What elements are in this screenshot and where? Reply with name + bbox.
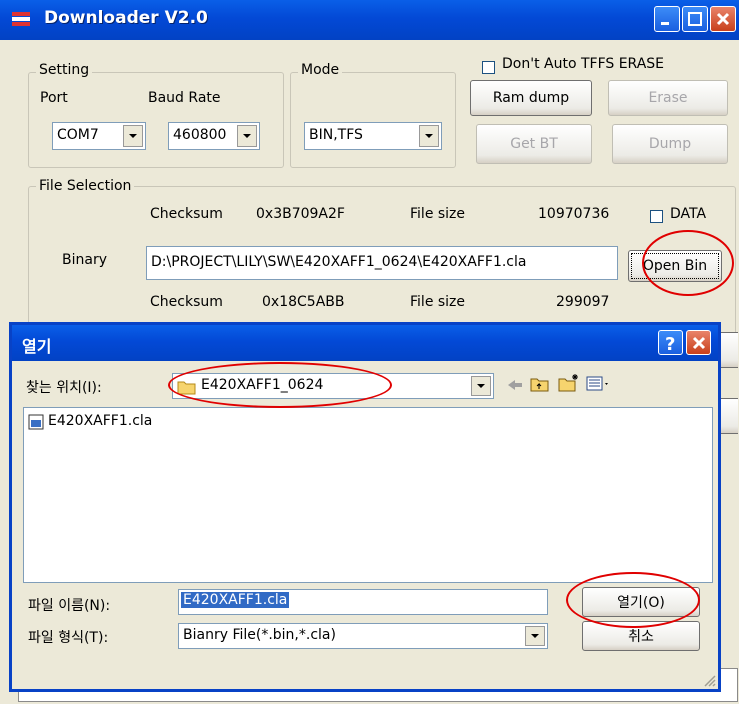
chevron-down-icon[interactable] (123, 125, 143, 147)
dont-auto-tffs-erase-label: Don't Auto TFFS ERASE (502, 56, 665, 72)
file-size-value: 10970736 (538, 206, 610, 222)
hidden-button-1[interactable] (718, 332, 738, 368)
checksum-value: 0x3B709A2F (256, 206, 345, 222)
look-in-select[interactable]: E420XAFF1_0624 (172, 373, 494, 399)
back-arrow-icon[interactable] (506, 377, 524, 393)
close-icon (716, 12, 730, 26)
dump-button[interactable]: Dump (612, 124, 728, 164)
open-bin-button[interactable]: Open Bin (628, 250, 722, 282)
file-size2-value: 299097 (556, 294, 610, 310)
filetype-label: 파일 형식(T): (28, 630, 109, 646)
dialog-title-bar[interactable]: 열기 ? (12, 325, 718, 361)
ram-dump-button[interactable]: Ram dump (470, 80, 592, 116)
maximize-button[interactable] (682, 6, 708, 32)
hidden-button-2[interactable] (718, 398, 738, 434)
help-button[interactable]: ? (658, 330, 683, 355)
mode-group-label: Mode (298, 62, 343, 78)
binary-path-value: D:\PROJECT\LILY\SW\E420XAFF1_0624\E420XA… (151, 254, 527, 270)
baud-rate-label: Baud Rate (148, 90, 221, 106)
close-icon (692, 336, 706, 350)
checksum2-label: Checksum (150, 294, 223, 310)
checksum-label: Checksum (150, 206, 223, 222)
up-folder-icon[interactable] (530, 375, 550, 393)
cancel-button[interactable]: 취소 (582, 621, 700, 651)
filetype-select[interactable]: Bianry File(*.bin,*.cla) (178, 623, 548, 649)
view-menu-icon[interactable] (586, 375, 612, 393)
svg-text:?: ? (665, 334, 675, 355)
resize-grip-icon[interactable] (702, 673, 716, 687)
binary-label: Binary (62, 252, 107, 268)
file-name: E420XAFF1.cla (48, 413, 153, 429)
data-checkbox-label: DATA (670, 206, 707, 222)
file-size-label: File size (410, 206, 466, 222)
get-bt-button[interactable]: Get BT (476, 124, 592, 164)
dialog-title: 열기 (22, 337, 52, 356)
port-label: Port (40, 90, 68, 106)
chevron-down-icon[interactable] (237, 125, 257, 147)
file-list[interactable]: E420XAFF1.cla (23, 407, 713, 583)
minimize-button[interactable] (654, 6, 680, 32)
look-in-label: 찾는 위치(I): (26, 380, 102, 396)
checksum2-value: 0x18C5ABB (262, 294, 345, 310)
filetype-value: Bianry File(*.bin,*.cla) (183, 627, 336, 643)
new-folder-icon[interactable] (558, 373, 580, 393)
mode-select-value: BIN,TFS (309, 127, 363, 143)
minimize-icon (661, 22, 669, 25)
dont-auto-tffs-erase-checkbox[interactable] (482, 61, 495, 74)
filename-value: E420XAFF1.cla (181, 592, 290, 608)
data-checkbox[interactable] (650, 210, 663, 223)
file-icon (28, 414, 44, 430)
chevron-down-icon[interactable] (525, 626, 545, 646)
app-icon (12, 12, 30, 26)
setting-group (28, 72, 284, 168)
file-selection-group-label: File Selection (36, 178, 135, 194)
mode-select[interactable]: BIN,TFS (304, 122, 442, 150)
erase-button[interactable]: Erase (608, 80, 728, 116)
chevron-down-icon[interactable] (471, 376, 491, 396)
window-title: Downloader V2.0 (44, 8, 208, 28)
mode-group (290, 72, 456, 168)
close-button[interactable] (710, 6, 736, 32)
binary-path-field[interactable]: D:\PROJECT\LILY\SW\E420XAFF1_0624\E420XA… (146, 246, 618, 280)
look-in-value: E420XAFF1_0624 (201, 377, 324, 393)
open-button[interactable]: 열기(O) (582, 587, 700, 617)
port-select[interactable]: COM7 (52, 122, 146, 150)
setting-group-label: Setting (36, 62, 93, 78)
filename-input[interactable]: E420XAFF1.cla (178, 589, 548, 615)
baud-rate-select-value: 460800 (173, 127, 227, 143)
folder-icon (177, 381, 196, 395)
file-size2-label: File size (410, 294, 466, 310)
filename-label: 파일 이름(N): (28, 598, 111, 614)
title-bar[interactable]: Downloader V2.0 (0, 0, 739, 40)
dialog-close-button[interactable] (686, 330, 711, 355)
open-file-dialog: 열기 ? 찾는 위치(I): E420XAFF1_0624 E420XAFF1.… (9, 322, 721, 692)
baud-rate-select[interactable]: 460800 (168, 122, 260, 150)
chevron-down-icon[interactable] (419, 125, 439, 147)
help-icon: ? (665, 334, 675, 355)
port-select-value: COM7 (57, 127, 99, 143)
maximize-icon (688, 12, 702, 26)
